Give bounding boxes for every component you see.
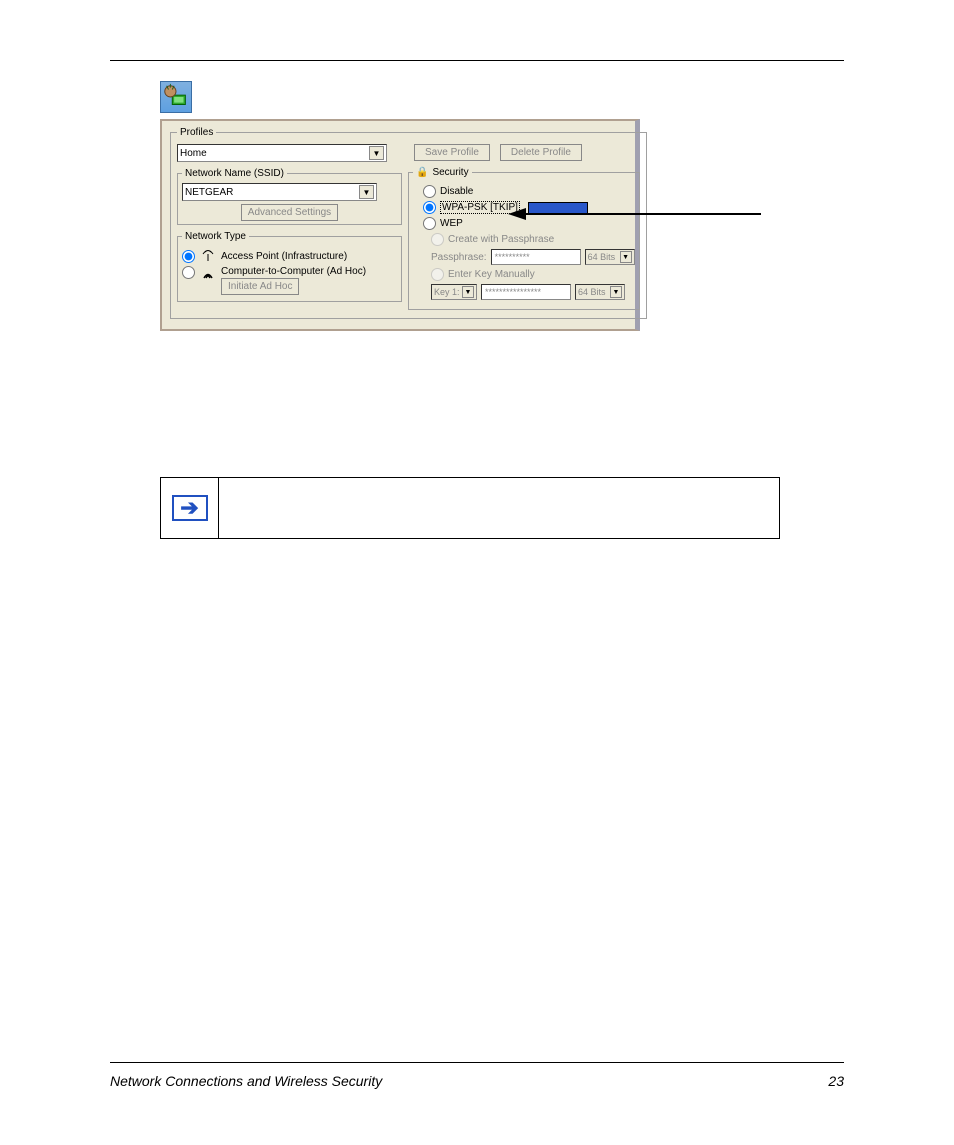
nt-option2-label: Computer-to-Computer (Ad Hoc) xyxy=(221,266,366,277)
bits-value: 64 Bits xyxy=(588,252,616,262)
lock-icon: 🔒 xyxy=(416,167,428,178)
network-name-legend: Network Name (SSID) xyxy=(182,168,287,179)
ssid-dropdown[interactable]: NETGEAR ▼ xyxy=(182,183,377,201)
profile-dropdown[interactable]: Home ▼ xyxy=(177,144,387,162)
security-wpapsk-label: WPA-PSK [TKIP] xyxy=(440,201,520,214)
systray-icon xyxy=(160,81,192,113)
chevron-down-icon: ▼ xyxy=(610,286,622,298)
network-name-fieldset: Network Name (SSID) NETGEAR ▼ Advanced S… xyxy=(177,168,402,225)
footer-right: 23 xyxy=(828,1073,844,1089)
network-type-legend: Network Type xyxy=(182,231,249,242)
bottom-rule xyxy=(110,1062,844,1063)
note-icon-cell: ➔ xyxy=(161,478,219,538)
initiate-adhoc-button[interactable]: Initiate Ad Hoc xyxy=(221,278,299,295)
chevron-down-icon: ▼ xyxy=(462,286,474,298)
page-footer: Network Connections and Wireless Securit… xyxy=(110,1062,844,1089)
network-type-fieldset: Network Type Access Point (Infrastructur… xyxy=(177,231,402,302)
security-legend: 🔒 Security xyxy=(413,167,472,178)
chevron-down-icon: ▼ xyxy=(369,146,384,160)
note-box: ➔ xyxy=(160,477,780,539)
note-arrow-icon: ➔ xyxy=(172,495,208,521)
security-wep-label: WEP xyxy=(440,218,463,229)
settings-tab-area: Profiles Home ▼ Network Name (SSID) NETG… xyxy=(160,119,680,331)
security-wpapsk-radio[interactable] xyxy=(423,201,436,214)
security-fieldset: 🔒 Security Disable WPA-PSK [TKIP] xyxy=(408,167,640,310)
chevron-down-icon: ▼ xyxy=(620,251,632,263)
settings-dialog: Profiles Home ▼ Network Name (SSID) NETG… xyxy=(160,119,640,331)
ssid-value: NETGEAR xyxy=(185,187,233,198)
profiles-fieldset: Profiles Home ▼ Network Name (SSID) NETG… xyxy=(170,127,647,319)
passphrase-bits-select[interactable]: 64 Bits ▼ xyxy=(585,249,635,265)
wpapsk-highlight xyxy=(528,202,588,214)
passphrase-input[interactable]: ********** xyxy=(491,249,581,265)
bits-value-2: 64 Bits xyxy=(578,287,606,297)
profile-value: Home xyxy=(180,148,207,159)
create-passphrase-label: Create with Passphrase xyxy=(448,234,554,245)
enter-key-manually-label: Enter Key Manually xyxy=(448,269,535,280)
chevron-down-icon: ▼ xyxy=(359,185,374,199)
save-profile-button[interactable]: Save Profile xyxy=(414,144,490,161)
create-passphrase-radio xyxy=(431,233,444,246)
advanced-settings-button[interactable]: Advanced Settings xyxy=(241,204,338,221)
security-disable-radio[interactable] xyxy=(423,185,436,198)
key1-label: Key 1: xyxy=(434,287,460,297)
step3-placeholder xyxy=(160,349,844,469)
key-bits-select[interactable]: 64 Bits ▼ xyxy=(575,284,625,300)
nt-infrastructure-radio[interactable] xyxy=(182,250,195,263)
security-legend-text: Security xyxy=(432,167,468,178)
footer-left: Network Connections and Wireless Securit… xyxy=(110,1073,382,1089)
adhoc-icon xyxy=(201,268,215,282)
key-value-input[interactable]: **************** xyxy=(481,284,571,300)
enter-key-manually-radio xyxy=(431,268,444,281)
passphrase-label: Passphrase: xyxy=(431,252,487,263)
profiles-legend: Profiles xyxy=(177,127,216,138)
security-wep-radio[interactable] xyxy=(423,217,436,230)
systray-row xyxy=(160,81,844,113)
top-rule xyxy=(110,60,844,61)
security-disable-label: Disable xyxy=(440,186,473,197)
note-text-cell xyxy=(219,478,779,538)
delete-profile-button[interactable]: Delete Profile xyxy=(500,144,582,161)
nt-adhoc-radio[interactable] xyxy=(182,266,195,279)
key-index-select[interactable]: Key 1: ▼ xyxy=(431,284,477,300)
nt-option1-label: Access Point (Infrastructure) xyxy=(221,251,347,262)
antenna-icon xyxy=(201,249,215,263)
